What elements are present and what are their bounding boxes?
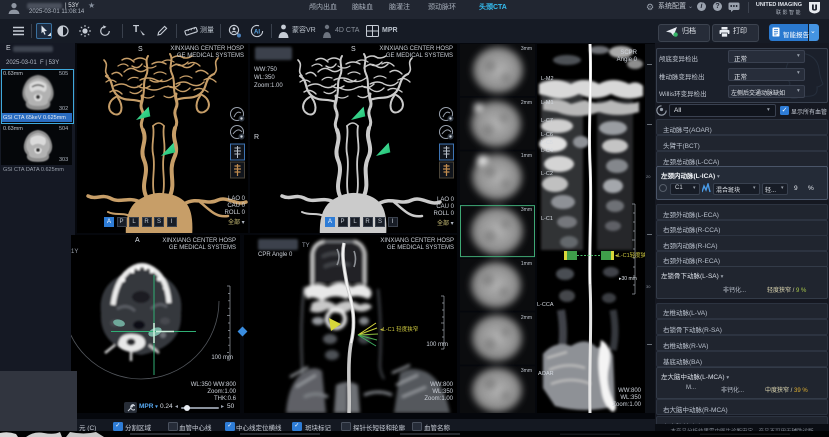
svg-text:AI: AI bbox=[254, 29, 260, 35]
